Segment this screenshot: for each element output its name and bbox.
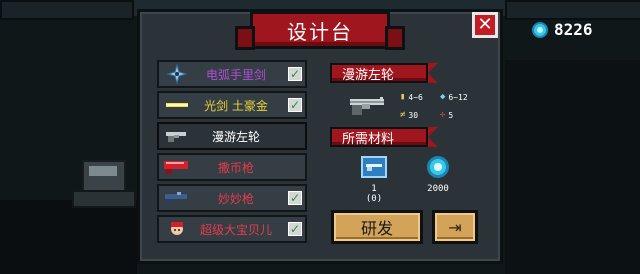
- spread-icon: ✢: [440, 110, 446, 120]
- energy-stat: ◆ 6~12: [440, 92, 468, 102]
- weapon-name: 超级大宝贝儿: [199, 222, 272, 237]
- panel-title-banner: 设计台: [235, 11, 405, 50]
- material-count: 2000: [427, 184, 449, 194]
- energy-value: 6~12: [448, 92, 468, 102]
- weapon-name: 电弧手里剑: [205, 67, 266, 82]
- spread-stat: ✢ 5: [440, 110, 453, 120]
- close-icon: ✕: [477, 14, 493, 35]
- lightsaber-icon: [163, 96, 191, 114]
- material-item: 2000: [418, 156, 458, 194]
- panel-title: 设计台: [287, 19, 353, 44]
- owned-checkbox: ✓: [288, 67, 302, 81]
- exit-icon: ⇥: [448, 217, 462, 237]
- weapon-name: 撒币枪: [217, 160, 254, 175]
- weapon-name: 光剑 土豪金: [204, 98, 268, 113]
- owned-checkbox: ✓: [288, 222, 302, 236]
- weapon-row[interactable]: 撒币枪: [157, 153, 307, 181]
- materials-banner: 所需材料: [330, 127, 438, 147]
- crit-value: 30: [408, 110, 419, 120]
- weapon-row[interactable]: 超级大宝贝儿 ✓: [157, 215, 307, 243]
- weapon-list: 电弧手里剑 ✓ 光剑 土豪金 ✓ 漫游左轮 撒币枪 妙妙枪 ✓ 超级大宝贝儿 ✓: [157, 60, 307, 246]
- wall-block: [0, 0, 134, 20]
- weapon-detail-name: 漫游左轮: [342, 67, 395, 83]
- damage-stat: ▮ 4~6: [400, 92, 423, 102]
- weapon-row[interactable]: 妙妙枪 ✓: [157, 184, 307, 212]
- desk-prop: [72, 190, 136, 208]
- energy-icon: ◆: [440, 92, 446, 102]
- weapon-row[interactable]: 电弧手里剑 ✓: [157, 60, 307, 88]
- coin-gun-icon: [163, 158, 191, 176]
- materials-label: 所需材料: [342, 131, 395, 147]
- shuriken-icon: [163, 64, 191, 84]
- exit-button[interactable]: ⇥: [432, 210, 478, 244]
- weapon-row[interactable]: 光剑 土豪金 ✓: [157, 91, 307, 119]
- gem-icon: [532, 21, 548, 38]
- revolver-icon: [163, 127, 191, 145]
- floor-shadow: [505, 60, 640, 274]
- weapon-name: 漫游左轮: [211, 129, 260, 144]
- weapon-detail-banner: 漫游左轮: [330, 63, 438, 83]
- crit-icon: ≠: [400, 110, 406, 120]
- develop-label: 研发: [360, 219, 393, 238]
- wonder-gun-icon: [163, 189, 191, 207]
- material-owned: (0): [365, 194, 383, 204]
- weapon-name: 妙妙枪: [217, 191, 254, 206]
- floor-shadow: [0, 200, 137, 274]
- revolver-blueprint-icon: [361, 156, 387, 178]
- baby-weapon-icon: [163, 220, 191, 238]
- close-button[interactable]: ✕: [472, 12, 498, 38]
- spread-value: 5: [448, 110, 454, 120]
- owned-checkbox: ✓: [288, 98, 302, 112]
- crit-stat: ≠ 30: [400, 110, 418, 120]
- gem-icon: [427, 156, 449, 178]
- gem-amount: 8226: [554, 20, 593, 39]
- damage-icon: ▮: [400, 92, 406, 102]
- material-count: 1: [371, 184, 377, 194]
- gem-counter: 8226: [532, 20, 593, 39]
- terminal-prop: [82, 160, 126, 194]
- damage-value: 4~6: [408, 92, 423, 102]
- weapon-row-selected[interactable]: 漫游左轮: [157, 122, 307, 150]
- revolver-preview-icon: [346, 95, 388, 121]
- owned-checkbox: ✓: [288, 191, 302, 205]
- wall-block: [505, 0, 640, 20]
- material-item: 1 (0): [356, 156, 392, 204]
- develop-button[interactable]: 研发: [331, 210, 423, 244]
